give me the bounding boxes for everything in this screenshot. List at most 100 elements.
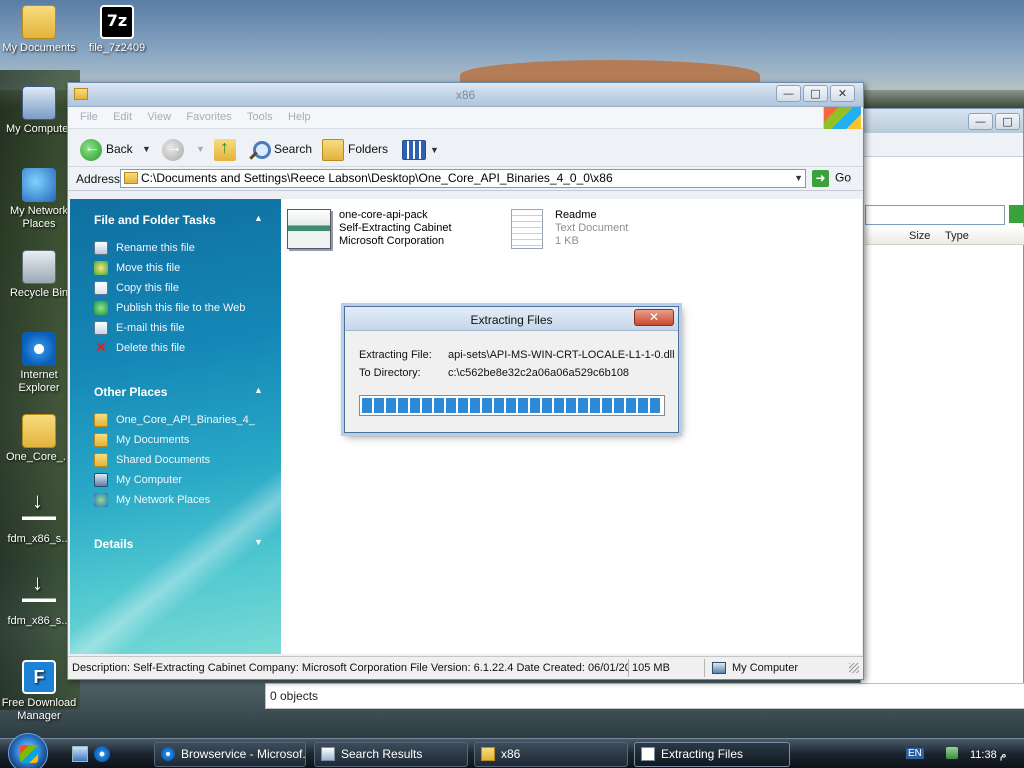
place-my-documents[interactable]: My Documents xyxy=(94,432,189,448)
start-button[interactable] xyxy=(8,733,48,768)
minimize-button[interactable]: — xyxy=(776,85,801,102)
taskbar-button-search-results[interactable]: Search Results xyxy=(314,742,468,767)
text-document-icon xyxy=(511,209,543,249)
details-header[interactable]: Details ▼ xyxy=(94,537,263,551)
go-arrow-icon: ➜ xyxy=(812,170,829,187)
go-arrow-icon[interactable] xyxy=(1009,205,1024,223)
folders-icon xyxy=(322,138,344,161)
file-name: Readme xyxy=(555,209,597,221)
dialog-close-button[interactable]: ✕ xyxy=(634,309,674,326)
menu-tools[interactable]: Tools xyxy=(247,111,273,123)
maximize-icon[interactable]: □ xyxy=(995,113,1020,130)
task-move[interactable]: Move this file xyxy=(94,260,180,276)
task-label: Rename this file xyxy=(116,242,195,254)
expand-icon[interactable]: ▼ xyxy=(254,537,263,547)
status-bar: Description: Self-Extracting Cabinet Com… xyxy=(68,656,863,679)
collapse-icon[interactable]: ▲ xyxy=(254,385,263,395)
desktop-icon-my-documents[interactable]: My Documents xyxy=(0,5,78,55)
other-places-header[interactable]: Other Places ▲ xyxy=(94,385,263,399)
place-network[interactable]: My Network Places xyxy=(94,492,210,508)
forward-dropdown-icon[interactable]: ▼ xyxy=(196,137,205,161)
background-window-column-headers: Size Type xyxy=(865,227,1024,245)
taskbar-button-extracting-files[interactable]: Extracting Files xyxy=(634,742,790,767)
forward-button[interactable] xyxy=(162,136,188,161)
download-icon xyxy=(22,576,56,612)
desktop-icon-7zip[interactable]: 7z file_7z2409 xyxy=(78,5,156,55)
copy-icon xyxy=(94,281,108,296)
extraction-progress-bar xyxy=(359,395,665,416)
extracting-files-dialog[interactable]: Extracting Files ✕ Extracting File: api-… xyxy=(344,306,679,433)
menu-edit[interactable]: Edit xyxy=(113,111,132,123)
address-dropdown-icon[interactable]: ▼ xyxy=(794,170,803,187)
up-folder-button[interactable] xyxy=(214,135,240,161)
desktop-icon-label: Internet Explorer xyxy=(18,369,60,394)
taskbar-button-x86[interactable]: x86 xyxy=(474,742,628,767)
back-button[interactable]: Back xyxy=(80,136,133,161)
background-window-address[interactable] xyxy=(865,205,1005,225)
folder-icon xyxy=(94,453,108,468)
views-button[interactable]: ▼ xyxy=(402,137,439,161)
system-tray: EN 11:38 م xyxy=(898,743,1024,765)
close-button[interactable]: ✕ xyxy=(830,85,855,102)
desktop-icon-label: Free Download Manager xyxy=(1,697,77,722)
background-window-menubar xyxy=(861,133,1023,157)
menu-view[interactable]: View xyxy=(147,111,171,123)
file-folder-tasks-header[interactable]: File and Folder Tasks ▲ xyxy=(94,213,263,227)
dialog-titlebar[interactable]: Extracting Files ✕ xyxy=(345,307,678,331)
section-title: Details xyxy=(94,537,134,551)
status-size: 105 MB xyxy=(632,662,670,674)
status-divider xyxy=(704,659,705,677)
task-label: Copy this file xyxy=(116,282,179,294)
column-type[interactable]: Type xyxy=(945,230,969,242)
place-one-core[interactable]: One_Core_API_Binaries_4_ xyxy=(94,412,255,428)
dialog-title: Extracting Files xyxy=(470,313,553,327)
task-copy[interactable]: Copy this file xyxy=(94,280,179,296)
file-text: one-core-api-pack Self-Extracting Cabine… xyxy=(339,209,452,248)
download-icon xyxy=(22,494,56,530)
place-my-computer[interactable]: My Computer xyxy=(94,472,182,488)
background-explorer-window[interactable]: — □ Size Type 0 objects xyxy=(265,108,1024,709)
menu-favorites[interactable]: Favorites xyxy=(186,111,231,123)
column-size[interactable]: Size xyxy=(909,230,930,242)
language-indicator[interactable]: EN xyxy=(906,748,924,759)
window-controls: — □ ✕ xyxy=(774,85,855,102)
maximize-button[interactable]: □ xyxy=(803,85,828,102)
folders-button[interactable]: Folders xyxy=(322,137,388,161)
explorer-titlebar[interactable]: x86 — □ ✕ xyxy=(68,83,863,107)
clock[interactable]: 11:38 م xyxy=(970,748,1007,761)
folder-icon xyxy=(481,747,495,761)
task-delete[interactable]: ✕ Delete this file xyxy=(94,340,185,356)
task-pane: File and Folder Tasks ▲ Rename this file… xyxy=(70,199,281,654)
menu-help[interactable]: Help xyxy=(288,111,311,123)
show-desktop-icon[interactable] xyxy=(72,746,88,762)
window-title: x86 xyxy=(455,88,476,102)
ie-quicklaunch-icon[interactable] xyxy=(94,746,110,762)
file-item-cabinet[interactable]: one-core-api-pack Self-Extracting Cabine… xyxy=(287,209,487,253)
address-label: Address xyxy=(76,172,121,186)
volume-icon[interactable] xyxy=(946,747,958,759)
task-label: E-mail this file xyxy=(116,322,185,334)
computer-icon xyxy=(94,473,108,488)
delete-icon: ✕ xyxy=(95,339,107,356)
address-field[interactable]: C:\Documents and Settings\Reece Labson\D… xyxy=(120,169,806,188)
back-dropdown-icon[interactable]: ▼ xyxy=(142,137,151,161)
task-publish[interactable]: Publish this file to the Web xyxy=(94,300,245,316)
search-button[interactable]: Search xyxy=(248,137,312,161)
place-shared-documents[interactable]: Shared Documents xyxy=(94,452,210,468)
place-label: My Documents xyxy=(116,434,190,446)
ie-icon xyxy=(161,747,175,761)
search-icon xyxy=(248,139,271,161)
task-rename[interactable]: Rename this file xyxy=(94,240,195,256)
desktop-icon-label: fdm_x86_s... xyxy=(7,533,71,545)
email-icon xyxy=(94,321,108,336)
collapse-icon[interactable]: ▲ xyxy=(254,213,263,223)
file-item-readme[interactable]: Readme Text Document 1 KB xyxy=(505,209,665,253)
taskbar-button-browservice[interactable]: Browservice - Microsof... xyxy=(154,742,306,767)
file-type: Text Document xyxy=(555,222,629,234)
task-email[interactable]: E-mail this file xyxy=(94,320,184,336)
background-window-controls: — □ xyxy=(966,113,1020,130)
minimize-icon[interactable]: — xyxy=(968,113,993,130)
resize-grip-icon[interactable] xyxy=(849,663,859,673)
menu-file[interactable]: File xyxy=(80,111,98,123)
go-button[interactable]: ➜ Go xyxy=(812,170,851,187)
